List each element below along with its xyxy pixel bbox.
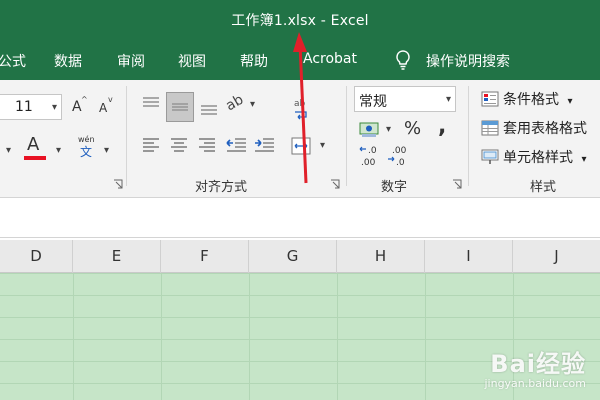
tab-view[interactable]: 视图 — [178, 51, 206, 71]
tell-me-search[interactable]: 操作说明搜索 — [426, 51, 510, 71]
format-as-table-label: 套用表格格式 — [503, 121, 587, 137]
column-header-i[interactable]: I — [425, 240, 513, 273]
svg-text:.0: .0 — [368, 146, 377, 156]
cell-styles-icon — [481, 149, 499, 164]
svg-text:ab: ab — [294, 99, 306, 109]
grow-font-button[interactable]: A ^ — [70, 96, 90, 118]
shrink-font-button[interactable]: A v — [97, 96, 117, 118]
column-header-g[interactable]: G — [249, 240, 337, 273]
group-separator — [346, 86, 347, 186]
styles-group-label: 样式 — [530, 180, 557, 195]
column-header-j[interactable]: J — [513, 240, 600, 273]
caret-down-icon: v — [108, 95, 113, 104]
number-format-value: 常规 — [359, 94, 387, 110]
group-separator — [126, 86, 127, 186]
increase-indent-icon[interactable] — [252, 134, 276, 156]
conditional-formatting-label: 条件格式 — [503, 92, 559, 108]
chevron-down-icon: ▾ — [386, 124, 392, 135]
lightbulb-icon — [396, 50, 410, 70]
percent-button[interactable]: % — [404, 118, 421, 139]
align-right-icon[interactable] — [196, 134, 218, 156]
chevron-down-icon: ▾ — [320, 140, 326, 151]
merge-center-icon — [291, 137, 311, 155]
column-header-h[interactable]: H — [337, 240, 425, 273]
tab-formulas[interactable]: 公式 — [0, 51, 26, 71]
svg-text:.00: .00 — [361, 158, 376, 168]
tab-acrobat[interactable]: Acrobat — [303, 51, 357, 67]
top-align-icon[interactable] — [140, 94, 162, 116]
font-size-value: 11 — [15, 99, 33, 115]
chevron-down-icon: ▾ — [104, 145, 110, 156]
decrease-indent-icon[interactable] — [224, 134, 248, 156]
watermark: Bai经验 jingyan.baidu.com — [484, 344, 586, 390]
chevron-down-icon: ▾ — [51, 102, 57, 113]
alignment-group-label: 对齐方式 — [195, 180, 248, 195]
cell-grid[interactable]: Bai经验 jingyan.baidu.com — [0, 273, 600, 400]
conditional-formatting-icon — [481, 91, 499, 107]
window-title: 工作簿1.xlsx - Excel — [231, 13, 369, 29]
increase-decimal-icon[interactable]: .0 .00 — [358, 144, 384, 168]
column-header-f[interactable]: F — [161, 240, 249, 273]
decrease-decimal-icon[interactable]: .00 .0 — [386, 144, 412, 168]
orientation-icon: ab — [223, 91, 247, 115]
accounting-format-button[interactable]: ▾ — [358, 118, 396, 140]
chevron-down-icon: ▾ — [6, 145, 12, 156]
phonetic-icon: 文 — [80, 145, 93, 159]
cell-styles-label: 单元格样式 — [503, 150, 573, 166]
watermark-brand: Bai经验 — [490, 350, 586, 378]
font-color-bar — [24, 156, 46, 160]
chevron-down-icon: ▾ — [567, 96, 573, 107]
orientation-button[interactable]: ab ▾ — [223, 91, 262, 118]
column-header-d[interactable]: D — [0, 240, 73, 273]
font-color-button[interactable]: A — [24, 134, 48, 162]
svg-text:.0: .0 — [396, 158, 405, 168]
chevron-down-icon: ▾ — [56, 145, 62, 156]
excel-window: 工作簿1.xlsx - Excel 公式 数据 审阅 视图 帮助 Acrobat… — [0, 0, 600, 400]
currency-icon — [359, 122, 379, 137]
bottom-align-icon[interactable] — [198, 94, 220, 116]
shrink-font-icon: A — [99, 101, 108, 115]
conditional-formatting-button[interactable]: 条件格式 ▾ — [481, 89, 572, 109]
font-size-combo[interactable]: 11 ▾ — [0, 94, 62, 120]
number-format-combo[interactable]: 常规 ▾ — [354, 86, 456, 112]
align-center-icon[interactable] — [168, 134, 190, 156]
title-bar: 工作簿1.xlsx - Excel — [0, 0, 600, 40]
wrap-text-icon[interactable]: ab — [292, 94, 310, 124]
comma-style-button[interactable]: , — [438, 114, 446, 139]
svg-text:.00: .00 — [392, 146, 407, 156]
align-left-icon[interactable] — [140, 134, 162, 156]
dialog-launcher-icon[interactable] — [452, 179, 462, 189]
ribbon: 11 ▾ A ^ A v ▾ A ▾ wén 文 ▾ ab ▾ ab ▾ 对齐方… — [0, 80, 600, 198]
dialog-launcher-icon[interactable] — [113, 179, 123, 189]
column-headers: D E F G H I J — [0, 240, 600, 273]
font-color-icon: A — [27, 134, 40, 155]
format-as-table-icon — [481, 120, 499, 136]
caret-up-icon: ^ — [81, 95, 88, 104]
middle-align-icon — [172, 103, 188, 111]
watermark-url: jingyan.baidu.com — [484, 377, 586, 390]
formula-bar-area — [0, 198, 600, 238]
group-separator — [468, 86, 469, 186]
tab-help[interactable]: 帮助 — [240, 51, 268, 71]
chevron-down-icon: ▾ — [445, 94, 451, 105]
ribbon-tabs: 公式 数据 审阅 视图 帮助 Acrobat 操作说明搜索 — [0, 40, 600, 80]
format-as-table-button[interactable]: 套用表格格式 — [481, 118, 587, 138]
column-header-e[interactable]: E — [73, 240, 161, 273]
number-group-label: 数字 — [381, 180, 408, 195]
phonetic-guide-button[interactable]: wén 文 — [76, 134, 100, 162]
tab-data[interactable]: 数据 — [54, 51, 82, 71]
tab-review[interactable]: 审阅 — [117, 51, 145, 71]
merge-center-button[interactable]: ▾ — [290, 135, 330, 157]
chevron-down-icon: ▾ — [581, 154, 587, 165]
phonetic-top: wén — [78, 135, 95, 144]
middle-align-button[interactable] — [166, 92, 194, 122]
dialog-launcher-icon[interactable] — [330, 179, 340, 189]
cell-styles-button[interactable]: 单元格样式 ▾ — [481, 147, 586, 167]
chevron-down-icon: ▾ — [250, 99, 256, 110]
